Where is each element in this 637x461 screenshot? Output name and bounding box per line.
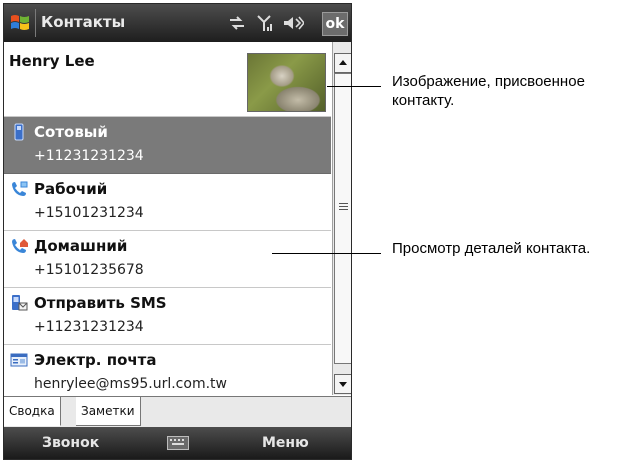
arrow-up-icon	[339, 60, 347, 65]
tab-notes[interactable]: Заметки	[76, 397, 141, 426]
callout-photo-text: Изображение, присвоенное контакту.	[392, 73, 585, 109]
mobile-phone-icon	[14, 123, 24, 141]
callout-line-photo	[327, 86, 381, 87]
contact-details-list: Сотовый +11231231234 Рабочий +1510123123…	[4, 117, 331, 402]
contact-name: Henry Lee	[9, 52, 95, 70]
sms-icon	[12, 295, 28, 311]
field-value: +15101231234	[34, 205, 144, 221]
scroll-down-button[interactable]	[334, 374, 351, 394]
list-item-sms[interactable]: Отправить SMS +11231231234	[4, 288, 331, 345]
field-label: Домашний	[34, 237, 128, 255]
arrow-down-icon	[339, 382, 347, 387]
list-item-mobile[interactable]: Сотовый +11231231234	[4, 117, 331, 174]
grip-line	[339, 203, 348, 204]
list-item-email[interactable]: Электр. почта henrylee@ms95.url.com.tw	[4, 345, 331, 402]
work-phone-icon	[12, 181, 28, 196]
field-value: +15101235678	[34, 262, 144, 278]
grip-line	[339, 209, 348, 210]
field-value: +11231231234	[34, 148, 144, 164]
field-label: Сотовый	[34, 123, 108, 141]
contact-photo[interactable]	[247, 53, 326, 112]
field-label: Рабочий	[34, 180, 108, 198]
home-phone-icon	[12, 239, 28, 253]
field-label: Электр. почта	[34, 351, 157, 369]
tab-strip: Сводка Заметки	[4, 396, 351, 427]
title-separator	[35, 9, 36, 37]
callout-line-details	[272, 253, 381, 254]
grip-line	[339, 206, 348, 207]
device-screen: Контакты ok Henry Lee Сотовый +112312312…	[3, 3, 352, 460]
tab-summary[interactable]: Сводка	[4, 397, 61, 426]
ok-button[interactable]: ok	[322, 12, 348, 36]
scroll-thumb[interactable]	[334, 73, 351, 364]
softkey-bar: Звонок Меню	[4, 427, 351, 459]
title-bar: Контакты ok	[4, 4, 351, 42]
volume-icon[interactable]	[282, 14, 304, 32]
callout-details-text: Просмотр деталей контакта.	[392, 240, 591, 257]
menu-softkey[interactable]: Меню	[262, 435, 309, 451]
call-softkey[interactable]: Звонок	[42, 435, 99, 451]
keyboard-icon[interactable]	[167, 436, 189, 450]
vertical-scrollbar[interactable]	[332, 42, 351, 395]
connectivity-icon[interactable]	[227, 14, 247, 32]
windows-start-icon[interactable]	[9, 12, 31, 34]
contact-header: Henry Lee	[4, 42, 331, 117]
email-icon	[10, 353, 28, 367]
signal-strength-icon[interactable]	[256, 14, 272, 32]
field-value: +11231231234	[34, 319, 144, 335]
app-title: Контакты	[41, 13, 126, 31]
list-item-home[interactable]: Домашний +15101235678	[4, 231, 331, 288]
field-label: Отправить SMS	[34, 294, 167, 312]
field-value: henrylee@ms95.url.com.tw	[34, 376, 227, 392]
scroll-up-button[interactable]	[334, 53, 351, 73]
list-item-work[interactable]: Рабочий +15101231234	[4, 174, 331, 231]
